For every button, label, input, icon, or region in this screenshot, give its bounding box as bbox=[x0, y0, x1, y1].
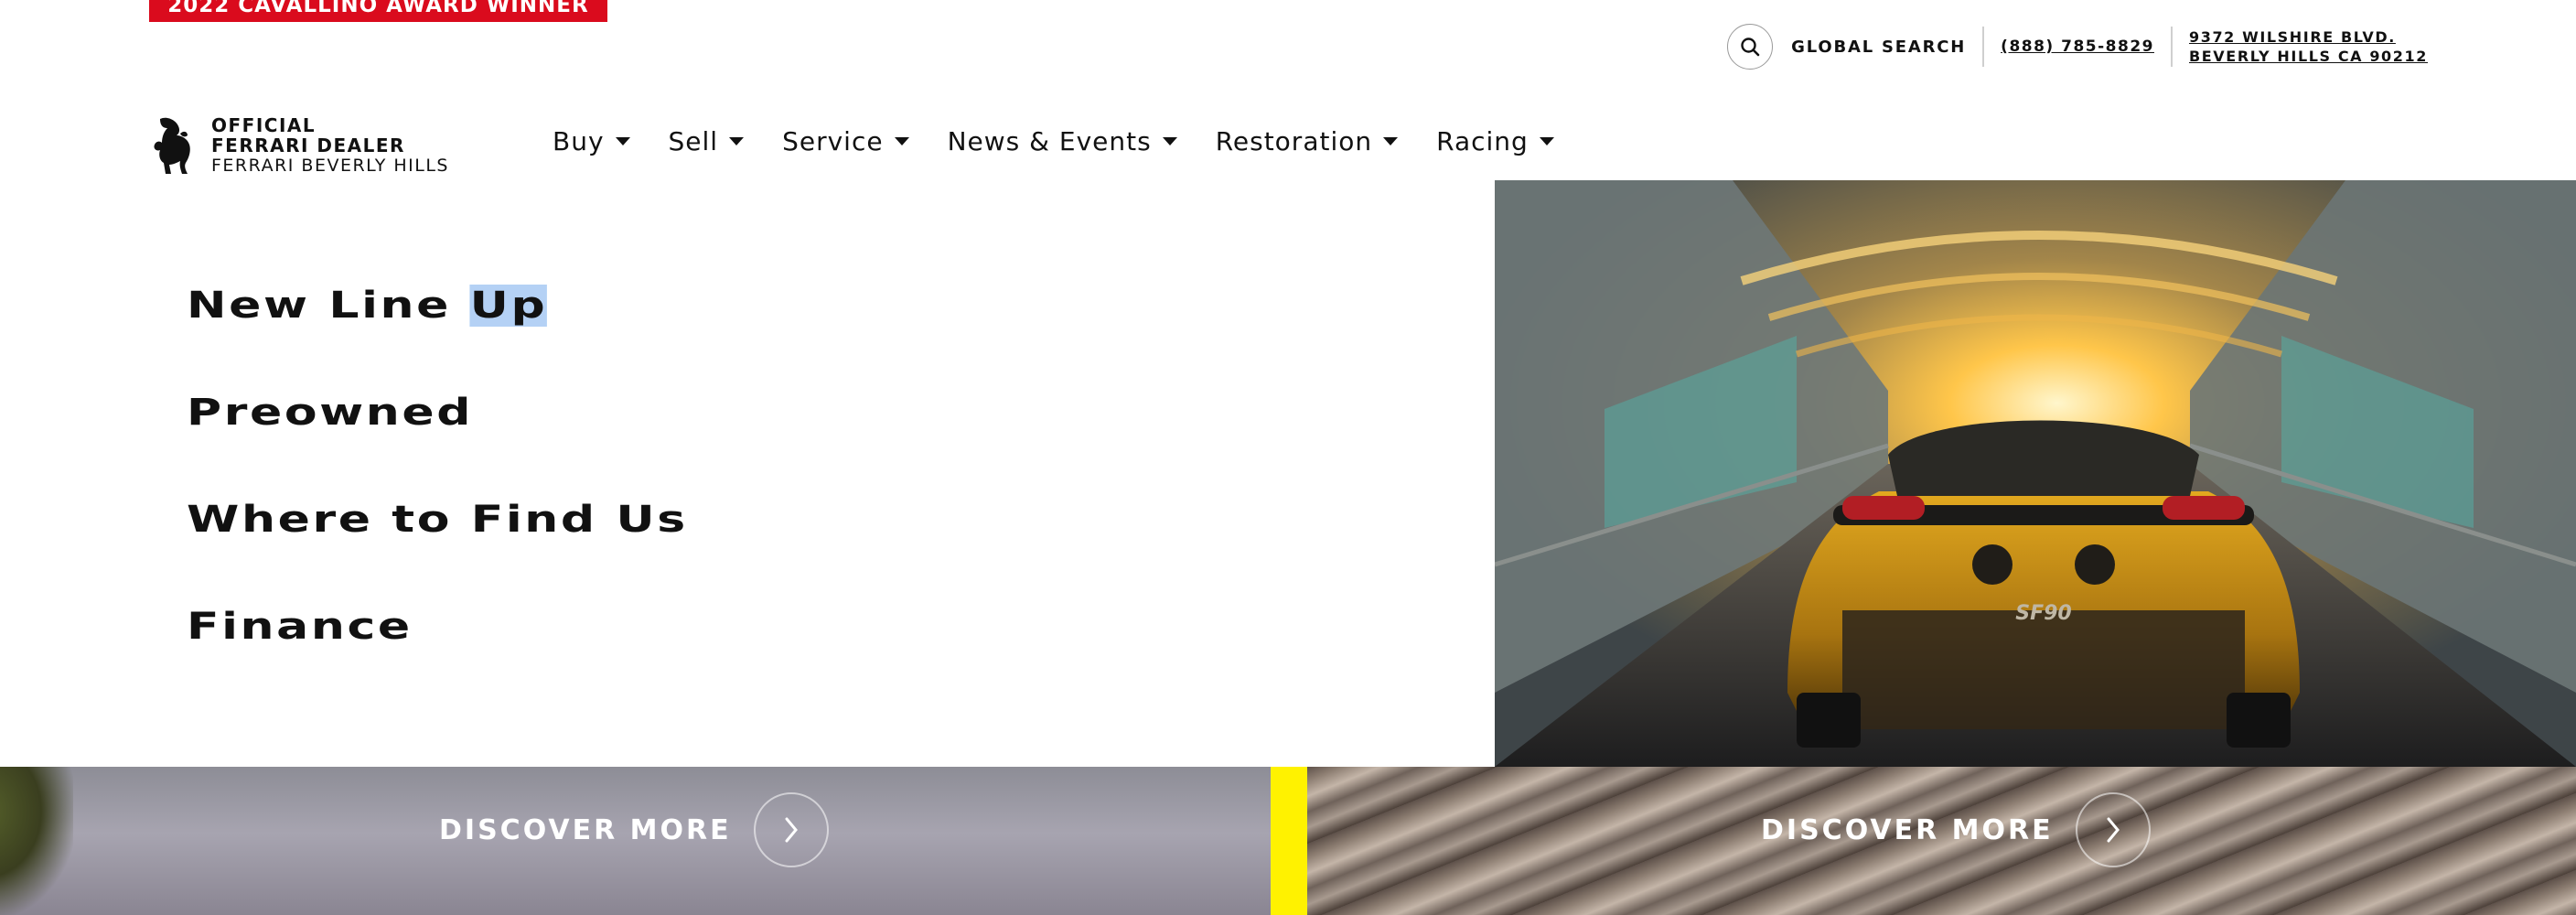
yellow-divider bbox=[1271, 767, 1307, 915]
search-button[interactable] bbox=[1727, 24, 1774, 70]
model-badge: SF90 bbox=[2015, 602, 2072, 625]
prancing-horse-icon bbox=[154, 117, 190, 174]
promo-tile-left[interactable]: DISCOVER MORE bbox=[0, 767, 1271, 915]
utility-bar: GLOBAL SEARCH (888) 785-8829 9372 WILSHI… bbox=[1727, 20, 2428, 73]
nav-label: Sell bbox=[668, 125, 719, 156]
global-search-label[interactable]: GLOBAL SEARCH bbox=[1791, 38, 1966, 57]
discover-more-label: DISCOVER MORE bbox=[439, 813, 732, 846]
arrow-button bbox=[753, 792, 829, 867]
nav-label: Service bbox=[782, 125, 884, 156]
menu-link-finance[interactable]: Finance bbox=[187, 606, 413, 648]
dealer-logo[interactable]: OFFICIAL FERRARI DEALER FERRARI BEVERLY … bbox=[149, 115, 449, 176]
nav-label: Restoration bbox=[1215, 125, 1373, 156]
landscape-edge bbox=[0, 767, 73, 915]
selected-text: Up bbox=[469, 285, 548, 327]
buy-dropdown-panel: New Line Up Preowned Where to Find Us Fi… bbox=[0, 180, 1495, 767]
address-line1: 9372 WILSHIRE BLVD. bbox=[2188, 28, 2396, 46]
nav-item-sell[interactable]: Sell bbox=[669, 126, 745, 156]
discover-more-button[interactable]: DISCOVER MORE bbox=[439, 792, 829, 867]
nav-item-restoration[interactable]: Restoration bbox=[1215, 125, 1399, 156]
nav-item-racing[interactable]: Racing bbox=[1436, 126, 1554, 156]
nav-item-buy[interactable]: Buy bbox=[553, 126, 630, 156]
caret-down-icon bbox=[615, 136, 630, 145]
menu-link-where-to-find-us[interactable]: Where to Find Us bbox=[187, 499, 688, 541]
address-line2: BEVERLY HILLS CA 90212 bbox=[2188, 48, 2428, 65]
menu-link-preowned[interactable]: Preowned bbox=[187, 392, 473, 434]
caret-down-icon bbox=[1162, 136, 1177, 145]
hero-image: SF90 bbox=[1495, 180, 2576, 767]
caret-down-icon bbox=[894, 136, 909, 145]
nav-item-service[interactable]: Service bbox=[782, 125, 909, 156]
menu-link-new-line-up[interactable]: New Line Up bbox=[187, 285, 548, 327]
discover-more-button[interactable]: DISCOVER MORE bbox=[1761, 792, 2151, 867]
brand-line-dealer: FERRARI DEALER bbox=[211, 135, 405, 156]
caret-down-icon bbox=[1539, 136, 1554, 145]
discover-more-label: DISCOVER MORE bbox=[1761, 813, 2054, 846]
main-nav: Buy Sell Service News & Events Restorati… bbox=[553, 123, 1593, 159]
award-banner: 2022 CAVALLINO AWARD WINNER bbox=[149, 0, 607, 22]
divider bbox=[2170, 27, 2173, 67]
promo-tile-right[interactable]: DISCOVER MORE bbox=[1307, 767, 2576, 915]
caret-down-icon bbox=[1383, 136, 1399, 145]
search-icon bbox=[1741, 38, 1760, 57]
nav-item-news-events[interactable]: News & Events bbox=[948, 126, 1177, 156]
phone-link[interactable]: (888) 785-8829 bbox=[2001, 38, 2154, 56]
address-link[interactable]: 9372 WILSHIRE BLVD. BEVERLY HILLS CA 902… bbox=[2189, 27, 2428, 66]
brand-line-official: OFFICIAL bbox=[211, 114, 317, 136]
nav-label: Racing bbox=[1436, 125, 1529, 156]
brand-line-name: FERRARI BEVERLY HILLS bbox=[211, 156, 449, 176]
caret-down-icon bbox=[729, 136, 745, 145]
ferrari-bridge-photo: SF90 bbox=[1495, 180, 2576, 767]
chevron-right-icon bbox=[2107, 817, 2120, 843]
menu-link-text: New Line bbox=[187, 285, 470, 327]
chevron-right-icon bbox=[785, 817, 798, 843]
arrow-button bbox=[2075, 792, 2151, 867]
divider bbox=[1982, 27, 1985, 67]
nav-label: News & Events bbox=[947, 125, 1152, 156]
nav-label: Buy bbox=[553, 125, 605, 156]
